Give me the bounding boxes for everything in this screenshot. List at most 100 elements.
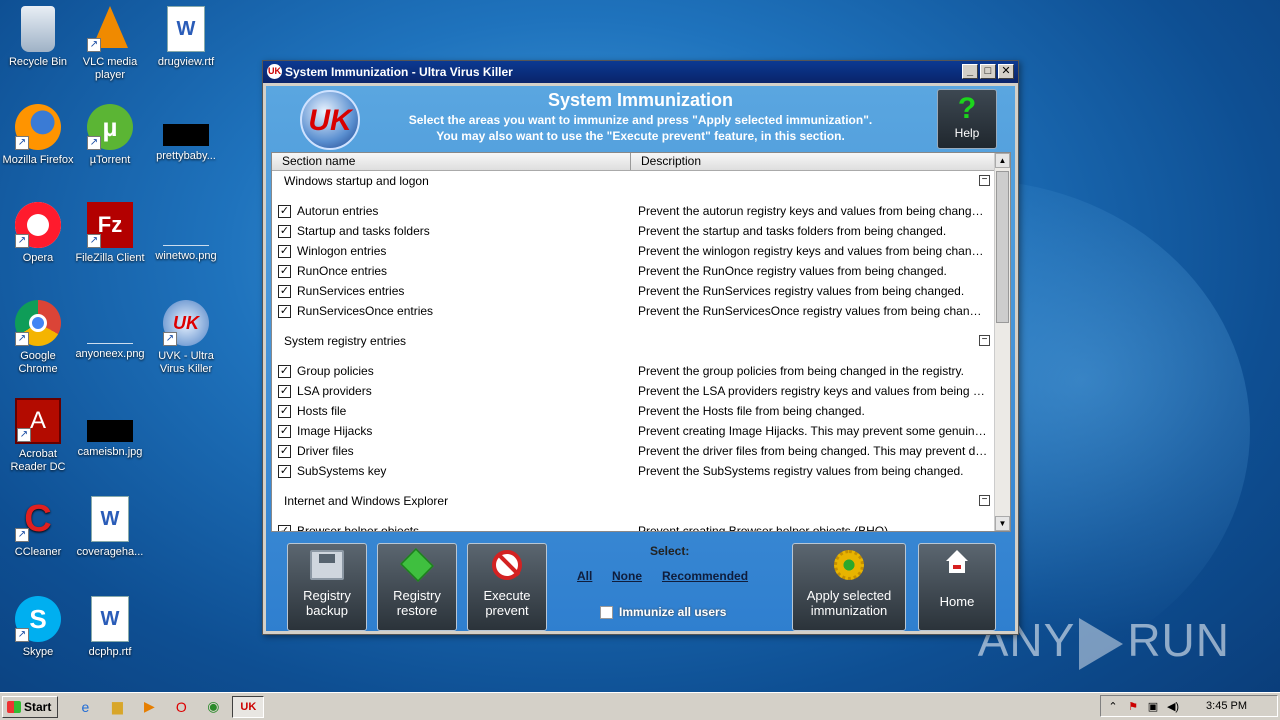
list-item[interactable]: ✓ Image Hijacks Prevent creating Image Hij… [272,421,996,441]
checkbox[interactable]: ✓ [278,284,291,298]
checkbox[interactable]: ✓ [278,264,291,278]
section-title: System registry entries [284,334,407,348]
word-document-icon: W [91,596,129,642]
collapse-icon[interactable]: − [979,495,990,506]
desktop-icon-coverageha[interactable]: W coverageha... [72,496,148,559]
select-all-link[interactable]: All [577,569,592,583]
list-item[interactable]: ✓ Winlogon entries Prevent the winlogon re… [272,241,996,261]
desktop-icon-cameisbn[interactable]: cameisbn.jpg [72,398,148,459]
apply-label: Apply selected immunization [806,588,892,618]
checkbox[interactable]: ✓ [278,224,291,238]
home-button[interactable]: Home [918,543,996,631]
desktop-icon-dcphp[interactable]: W dcphp.rtf [72,596,148,659]
column-header-description[interactable]: Description [631,153,1010,170]
app-icon: UK [267,64,282,79]
vertical-scrollbar[interactable]: ▲ ▼ [994,153,1010,531]
checkbox[interactable]: ✓ [278,424,291,438]
show-hidden-icons-icon[interactable]: ⌃ [1105,700,1121,713]
item-name: Winlogon entries [297,244,387,258]
execute-prevent-button[interactable]: Execute prevent [467,543,547,631]
home-icon [940,550,974,580]
desktop-icon-drugview[interactable]: W drugview.rtf [148,6,224,69]
list-item[interactable]: ✓ Group policies Prevent the group policie… [272,361,996,381]
help-button[interactable]: ? Help [937,89,997,149]
desktop-icon-prettybaby[interactable]: prettybaby... [148,104,224,163]
list-item[interactable]: ✓ Browser helper objects Prevent creating … [272,521,996,531]
desktop-icon-filezilla[interactable]: Fz ↗ FileZilla Client [72,202,148,265]
scroll-thumb[interactable] [996,171,1009,323]
desktop-icon-chrome[interactable]: ↗ Google Chrome [0,300,76,376]
chrome-taskbar-icon[interactable]: ◉ [202,696,224,718]
registry-backup-label: Registry backup [303,588,351,618]
maximize-button[interactable]: □ [980,64,996,79]
image-file-icon [87,300,133,344]
list-item[interactable]: ✓ Autorun entries Prevent the autorun regi… [272,201,996,221]
desktop-icon-firefox[interactable]: ↗ Mozilla Firefox [0,104,76,167]
desktop-icon-anyoneex[interactable]: anyoneex.png [72,300,148,361]
list-item[interactable]: ✓ Startup and tasks folders Prevent the st… [272,221,996,241]
desktop-icon-recycle-bin[interactable]: Recycle Bin [0,6,76,69]
opera-taskbar-icon[interactable]: O [170,696,192,718]
checkbox[interactable]: ✓ [278,364,291,378]
list-item[interactable]: ✓ LSA providers Prevent the LSA providers … [272,381,996,401]
column-header-section[interactable]: Section name [272,153,631,170]
checkbox[interactable]: ✓ [278,244,291,258]
network-icon[interactable]: ▣ [1145,700,1161,713]
checkbox[interactable]: ✓ [278,444,291,458]
checkbox[interactable]: ✓ [278,524,291,531]
chrome-icon: ↗ [15,300,61,346]
minimize-button[interactable]: _ [962,64,978,79]
desktop-icon-uvk[interactable]: UK ↗ UVK - Ultra Virus Killer [148,300,224,376]
scroll-down-icon[interactable]: ▼ [995,516,1010,531]
select-recommended-link[interactable]: Recommended [662,569,748,583]
list-item[interactable]: ✓ Driver files Prevent the driver files fr… [272,441,996,461]
collapse-icon[interactable]: − [979,175,990,186]
desktop-icon-ccleaner[interactable]: C ↗ CCleaner [0,496,76,559]
checkbox[interactable]: ✓ [278,204,291,218]
checkbox[interactable]: ✓ [278,304,291,318]
action-center-icon[interactable]: ⚑ [1125,700,1141,713]
desktop-icon-acrobat[interactable]: A ↗ Acrobat Reader DC [0,398,76,474]
desktop-icon-winetwo[interactable]: winetwo.png [148,202,224,263]
page-title: System Immunization [547,90,734,110]
item-description: Prevent the RunServices registry values … [638,284,965,298]
list-item[interactable]: ✓ RunOnce entries Prevent the RunOnce regi… [272,261,996,281]
list-item[interactable]: ✓ SubSystems key Prevent the SubSystems re… [272,461,996,481]
registry-restore-button[interactable]: Registry restore [377,543,457,631]
immunize-all-users-option[interactable]: Immunize all users [600,605,726,619]
start-button[interactable]: Start [2,695,59,718]
media-player-icon[interactable]: ▶ [138,696,160,718]
image-file-icon [87,420,133,442]
select-none-link[interactable]: None [612,569,642,583]
desktop-icon-label: Skype [22,646,54,658]
section-title: Internet and Windows Explorer [284,494,449,508]
volume-icon[interactable]: ◀) [1165,700,1181,713]
desktop-icon-utorrent[interactable]: µ ↗ µTorrent [72,104,148,167]
collapse-icon[interactable]: − [979,335,990,346]
internet-explorer-icon[interactable]: e [74,696,96,718]
item-name: RunServices entries [297,284,405,298]
immunize-all-users-checkbox[interactable] [600,605,613,619]
uvk-window: UK System Immunization - Ultra Virus Kil… [262,60,1019,635]
recycle-bin-icon [21,6,55,52]
uvk-taskbar-button[interactable]: UK [232,695,265,718]
close-button[interactable]: ✕ [998,64,1014,79]
window-titlebar[interactable]: UK System Immunization - Ultra Virus Kil… [263,61,1018,83]
image-file-icon [163,124,209,146]
checkbox[interactable]: ✓ [278,384,291,398]
checkbox[interactable]: ✓ [278,404,291,418]
scroll-up-icon[interactable]: ▲ [995,153,1010,168]
item-description: Prevent the startup and tasks folders fr… [638,224,947,238]
desktop-icon-opera[interactable]: ↗ Opera [0,202,76,265]
desktop-icon-vlc[interactable]: ↗ VLC media player [72,6,148,82]
list-item[interactable]: ✓ RunServices entries Prevent the RunServi… [272,281,996,301]
desktop-icon-skype[interactable]: S ↗ Skype [0,596,76,659]
folder-icon[interactable]: ▆ [106,696,128,718]
list-item[interactable]: ✓ RunServicesOnce entries Prevent the RunS… [272,301,996,321]
checkbox[interactable]: ✓ [278,464,291,478]
list-item[interactable]: ✓ Hosts file Prevent the Hosts file from b… [272,401,996,421]
registry-backup-button[interactable]: Registry backup [287,543,367,631]
clock[interactable]: 3:45 PM [1206,700,1247,712]
help-label: Help [954,126,980,140]
apply-selected-immunization-button[interactable]: Apply selected immunization [792,543,906,631]
